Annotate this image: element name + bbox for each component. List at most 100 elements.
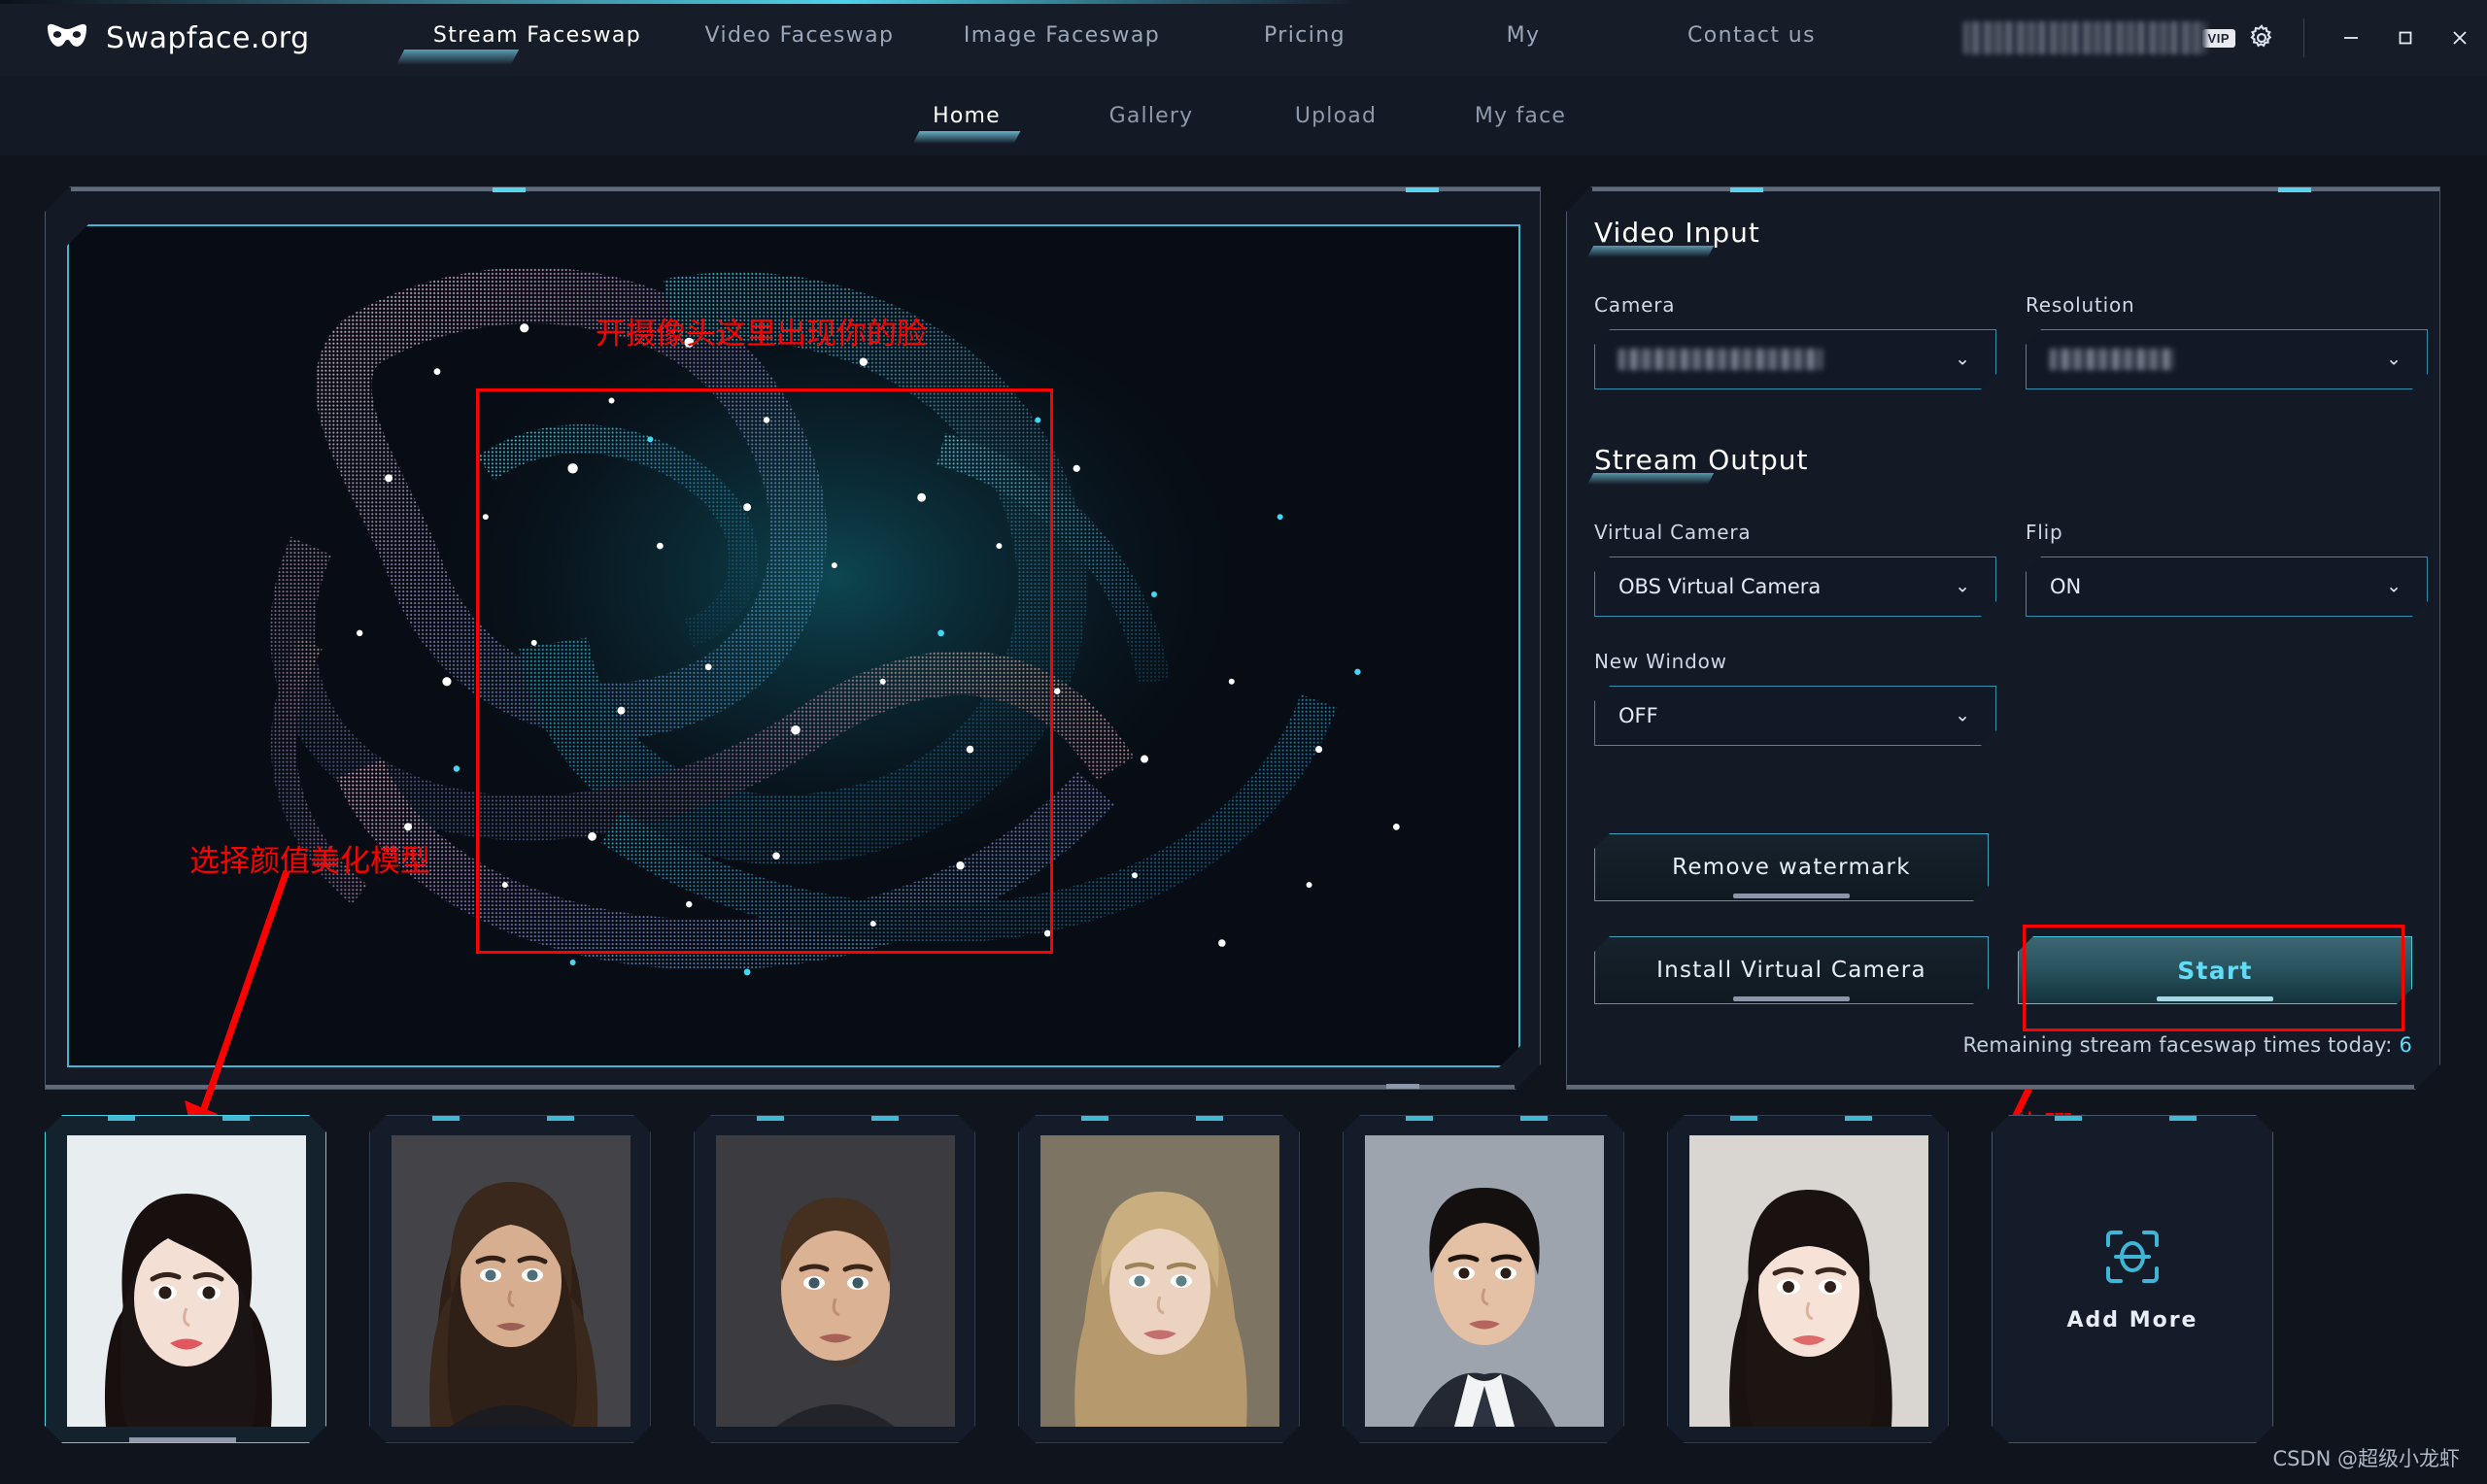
panel-top-edge [1592,187,2439,191]
titlebar-divider [2303,18,2304,57]
panel-tick [1730,187,1763,192]
remove-watermark-label: Remove watermark [1672,855,1911,880]
spacer [975,1115,1018,1443]
gear-icon[interactable] [2247,23,2276,52]
add-more-button[interactable]: Add More [1992,1115,2273,1443]
new-window-label: New Window [1594,650,1996,673]
nav-pricing[interactable]: Pricing [1193,23,1416,53]
spacer [651,1115,694,1443]
settings-panel-body: Video Input Camera ⌄ Resolution ⌄ [1594,217,2412,1057]
section-title-video-input: Video Input [1594,217,1760,249]
main-nav: Stream Faceswap Video Faceswap Image Fac… [375,23,1963,53]
start-button[interactable]: Start [2018,936,2412,1004]
brand-name: Swapface.org [106,21,310,55]
close-button[interactable] [2433,15,2487,61]
nav-label: Video Faceswap [705,23,895,48]
nav-my[interactable]: My [1416,23,1630,53]
face-image [716,1135,955,1427]
face-thumbnail-4[interactable] [1018,1115,1300,1443]
face-model-list: Add More [45,1115,2442,1443]
nav-contact-us[interactable]: Contact us [1630,23,1873,53]
nav-image-faceswap[interactable]: Image Faceswap [931,23,1193,53]
panel-bottom-edge [1567,1085,2414,1089]
resolution-field: Resolution ⌄ [2026,293,2428,389]
nav-label: Contact us [1687,23,1816,48]
video-input-fields: Camera ⌄ Resolution ⌄ [1594,293,2412,389]
thumb-tick [1730,1116,1757,1121]
stream-output-fields: Virtual Camera OBS Virtual Camera ⌄ Flip… [1594,521,2412,617]
new-window-fields: New Window OFF ⌄ [1594,650,2412,746]
flip-value: ON [2027,575,2081,598]
new-window-value: OFF [1595,704,1658,727]
face-thumbnail-3[interactable] [694,1115,975,1443]
spacer [2026,650,2412,746]
face-thumbnail-1[interactable] [45,1115,326,1443]
tab-my-face[interactable]: My face [1428,104,1613,128]
watermark: CSDN @超级小龙虾 [2272,1443,2460,1472]
flip-field: Flip ON ⌄ [2026,521,2428,617]
maximize-button[interactable] [2378,15,2433,61]
brand-logo[interactable]: Swapface.org [45,21,375,55]
face-image [1365,1135,1604,1427]
tab-gallery[interactable]: Gallery [1059,104,1244,128]
spacer [1300,1115,1343,1443]
virtual-camera-select[interactable]: OBS Virtual Camera ⌄ [1594,556,1996,617]
chevron-down-icon: ⌄ [2386,576,2402,598]
tab-label: Upload [1295,104,1377,128]
thumb-tick [757,1116,784,1121]
flip-select[interactable]: ON ⌄ [2026,556,2428,617]
camera-label: Camera [1594,293,1996,317]
thumb-tick [108,1116,135,1121]
flip-label: Flip [2026,521,2428,544]
settings-panel: Video Input Camera ⌄ Resolution ⌄ [1566,186,2440,1090]
selection-indicator [39,1174,44,1335]
thumb-tick-bottom [129,1437,236,1442]
face-image [1689,1135,1928,1427]
username-blurred [1963,21,2206,54]
thumb-tick [547,1116,574,1121]
remove-watermark-button[interactable]: Remove watermark [1594,833,1989,901]
virtual-camera-label: Virtual Camera [1594,521,1996,544]
thumb-tick [1406,1116,1433,1121]
face-thumbnail-2[interactable] [369,1115,651,1443]
account-area[interactable]: VIP [1963,21,2276,54]
face-scan-icon [2102,1227,2163,1287]
add-more-label: Add More [2067,1308,2198,1332]
annotation-face-area-text: 开摄像头这里出现你的脸 [596,309,927,353]
chevron-down-icon: ⌄ [2386,349,2402,371]
app-window: Swapface.org Stream Faceswap Video Faces… [0,0,2487,1484]
thumb-tick [2055,1116,2082,1121]
chevron-down-icon: ⌄ [1955,705,1970,727]
tab-upload[interactable]: Upload [1244,104,1428,128]
title-bar: Swapface.org Stream Faceswap Video Faces… [0,0,2487,76]
panel-tick [493,187,526,192]
nav-label: My [1507,23,1541,48]
spacer [1949,1115,1992,1443]
remaining-times-count: 6 [2399,1033,2412,1057]
start-label: Start [2177,957,2253,985]
spacer [1624,1115,1667,1443]
face-thumbnail-6[interactable] [1667,1115,1949,1443]
tab-label: My face [1475,104,1566,128]
resolution-select[interactable]: ⌄ [2026,329,2428,389]
face-image [1040,1135,1279,1427]
nav-video-faceswap[interactable]: Video Faceswap [668,23,931,53]
nav-label: Stream Faceswap [433,23,641,48]
thumb-tick [1845,1116,1872,1121]
install-virtual-camera-button[interactable]: Install Virtual Camera [1594,936,1989,1004]
section-title-stream-output: Stream Output [1594,444,1808,476]
action-buttons-row-1: Remove watermark [1594,833,2412,901]
face-thumbnail-5[interactable] [1343,1115,1624,1443]
thumb-tick [871,1116,899,1121]
tab-home[interactable]: Home [874,104,1059,128]
thumb-tick [2169,1116,2197,1121]
camera-select[interactable]: ⌄ [1594,329,1996,389]
nav-label: Image Faceswap [964,23,1160,48]
camera-field: Camera ⌄ [1594,293,1996,389]
nav-stream-faceswap[interactable]: Stream Faceswap [406,23,668,53]
mask-icon [45,23,89,52]
face-image [392,1135,630,1427]
minimize-button[interactable] [2324,15,2378,61]
new-window-select[interactable]: OFF ⌄ [1594,686,1996,746]
thumb-tick [432,1116,460,1121]
